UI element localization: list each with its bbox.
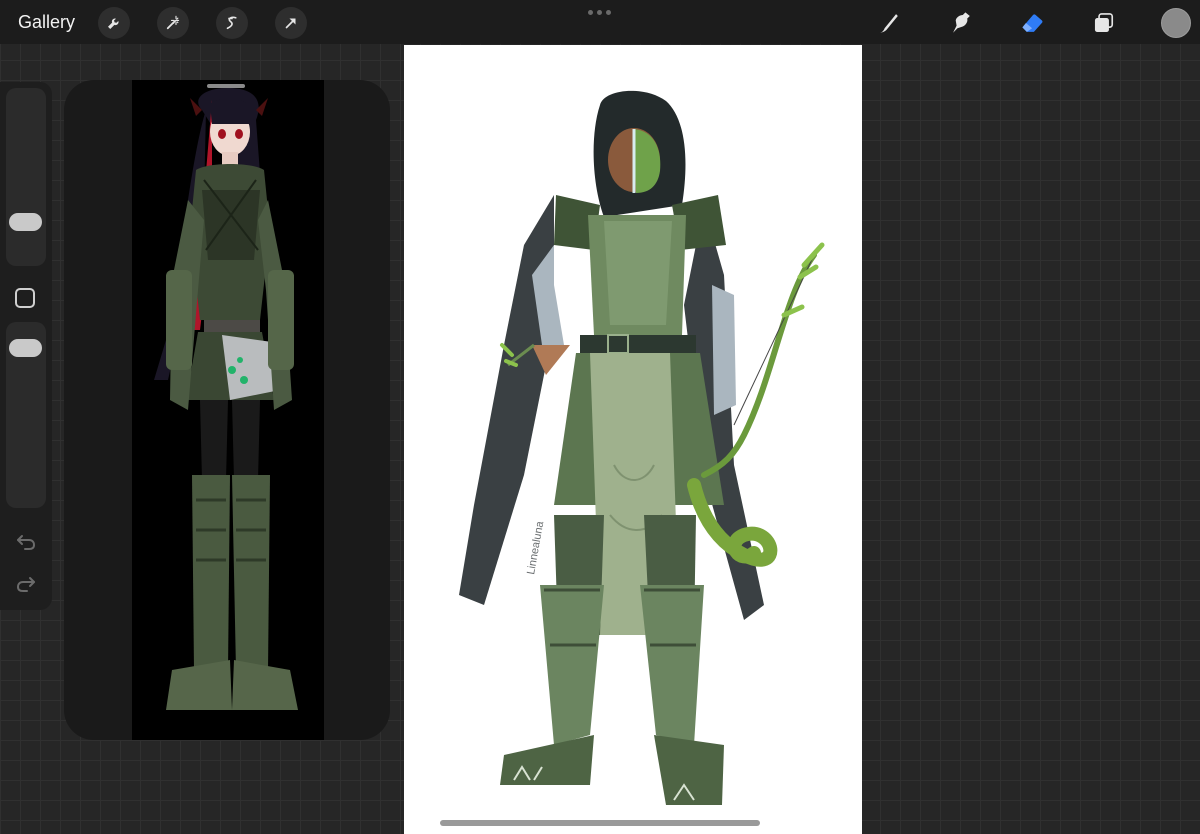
undo-icon[interactable] [14,530,38,554]
gallery-button[interactable]: Gallery [18,10,75,34]
top-toolbar: Gallery [0,0,1200,44]
brush-size-thumb[interactable] [9,213,42,231]
reference-image [132,80,324,740]
opacity-thumb[interactable] [9,339,42,357]
brush-size-slider[interactable] [6,88,46,266]
reference-drag-handle[interactable] [207,84,245,88]
canvas-character-illustration: Linnealuna [459,90,825,805]
wrench-icon[interactable] [98,7,130,39]
color-picker-button[interactable] [1161,8,1191,38]
canvas-scrollbar[interactable] [440,820,760,826]
layers-icon[interactable] [1087,6,1121,40]
artist-signature: Linnealuna [525,520,546,576]
selection-icon[interactable] [216,7,248,39]
opacity-slider[interactable] [6,322,46,508]
eraser-icon[interactable] [1016,6,1050,40]
magic-wand-icon[interactable] [157,7,189,39]
brush-icon[interactable] [872,6,906,40]
window-grabber-icon[interactable] [588,10,611,15]
smudge-icon[interactable] [944,6,978,40]
redo-icon[interactable] [14,572,38,596]
drawing-canvas[interactable]: Linnealuna [404,45,862,834]
modify-button[interactable] [15,288,35,308]
transform-arrow-icon[interactable] [275,7,307,39]
reference-character-illustration [154,88,298,710]
left-sidebar [0,82,52,610]
